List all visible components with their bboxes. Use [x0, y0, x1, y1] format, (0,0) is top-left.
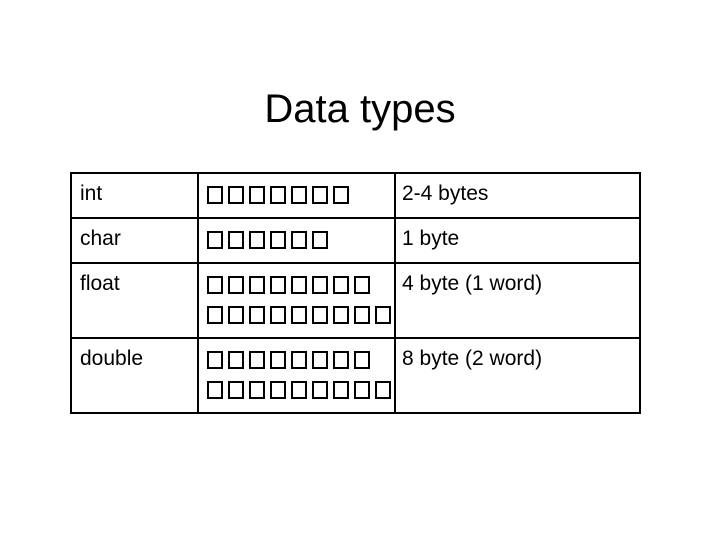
missing-glyph-box: [312, 381, 328, 399]
missing-glyph-box: [291, 381, 307, 399]
table-cell-size: 8 byte (2 word): [394, 337, 641, 414]
missing-glyph-box: [270, 231, 286, 249]
missing-glyph-box: [270, 276, 286, 294]
missing-glyph-box: [354, 351, 370, 369]
type-name-label: char: [80, 227, 121, 250]
table-cell-size: 1 byte: [394, 217, 641, 264]
missing-glyph-box: [312, 351, 328, 369]
missing-glyph-box: [354, 276, 370, 294]
missing-glyph-box: [270, 351, 286, 369]
table-cell-type-name: char: [70, 217, 199, 264]
table-row: int 2-4 bytes: [70, 172, 641, 219]
missing-glyph-box: [207, 381, 223, 399]
type-name-label: double: [80, 347, 144, 370]
cell-content: float: [72, 264, 197, 328]
missing-glyph-box: [228, 231, 244, 249]
missing-glyph-box: [249, 186, 265, 204]
missing-glyph-box: [291, 186, 307, 204]
table-row: float 4 byte (1 word): [70, 262, 641, 339]
missing-glyph-box: [291, 351, 307, 369]
table-row: char 1 byte: [70, 217, 641, 264]
table-cell-type-name: double: [70, 337, 199, 414]
missing-glyph-box: [333, 306, 349, 324]
slide-canvas: Data types int 2-4 bytes char 1 byte flo…: [0, 0, 720, 540]
missing-glyph-box: [207, 351, 223, 369]
data-types-table: int 2-4 bytes char 1 byte float 4 byte (…: [70, 172, 641, 414]
missing-glyph-box: [333, 276, 349, 294]
missing-glyph-box: [207, 231, 223, 249]
table-cell-size: 4 byte (1 word): [394, 262, 641, 339]
missing-glyph-box: [207, 276, 223, 294]
size-spacer: [396, 304, 639, 334]
missing-glyph-box: [333, 186, 349, 204]
table-cell-glyph-boxes: [197, 217, 396, 264]
table-cell-type-name: int: [70, 172, 199, 219]
size-label: 4 byte (1 word): [402, 272, 543, 295]
type-name-label: float: [80, 272, 120, 295]
cell-content: int: [72, 174, 197, 214]
missing-glyph-box: [291, 306, 307, 324]
missing-glyph-box: [375, 381, 391, 399]
missing-glyph-box: [354, 306, 370, 324]
table-cell-type-name: float: [70, 262, 199, 339]
missing-glyph-box: [354, 381, 370, 399]
cell-content: char: [72, 219, 197, 259]
missing-glyph-box: [333, 381, 349, 399]
missing-glyph-box: [333, 351, 349, 369]
size-label: 2-4 bytes: [402, 182, 489, 205]
missing-glyph-box: [228, 306, 244, 324]
table-body: int 2-4 bytes char 1 byte float 4 byte (…: [70, 172, 641, 414]
missing-glyph-box: [291, 276, 307, 294]
missing-glyph-box: [249, 381, 265, 399]
missing-glyph-box: [228, 186, 244, 204]
missing-glyph-box: [228, 276, 244, 294]
table-cell-glyph-boxes: [197, 337, 396, 414]
missing-glyph-box: [207, 186, 223, 204]
missing-glyph-box: [249, 231, 265, 249]
missing-glyph-box: [249, 351, 265, 369]
missing-glyph-box: [249, 276, 265, 294]
missing-glyph-box: [312, 276, 328, 294]
type-name-label: int: [80, 182, 103, 205]
missing-glyph-box: [270, 306, 286, 324]
page-title: Data types: [264, 87, 456, 131]
table-cell-glyph-boxes: [197, 172, 396, 219]
missing-glyph-box: [312, 186, 328, 204]
missing-glyph-box: [228, 351, 244, 369]
missing-glyph-box: [291, 231, 307, 249]
missing-glyph-box: [270, 381, 286, 399]
size-label: 1 byte: [402, 227, 460, 250]
size-label: 8 byte (2 word): [402, 347, 543, 370]
size-spacer: [396, 379, 639, 409]
missing-glyph-box: [312, 231, 328, 249]
missing-glyph-box: [312, 306, 328, 324]
table-row: double 8 byte (2 word): [70, 337, 641, 414]
missing-glyph-box: [270, 186, 286, 204]
table-cell-size: 2-4 bytes: [394, 172, 641, 219]
missing-glyph-box: [249, 306, 265, 324]
missing-glyph-box: [207, 306, 223, 324]
missing-glyph-box: [375, 306, 391, 324]
cell-content: double: [72, 339, 197, 403]
missing-glyph-box: [228, 381, 244, 399]
table-cell-glyph-boxes: [197, 262, 396, 339]
